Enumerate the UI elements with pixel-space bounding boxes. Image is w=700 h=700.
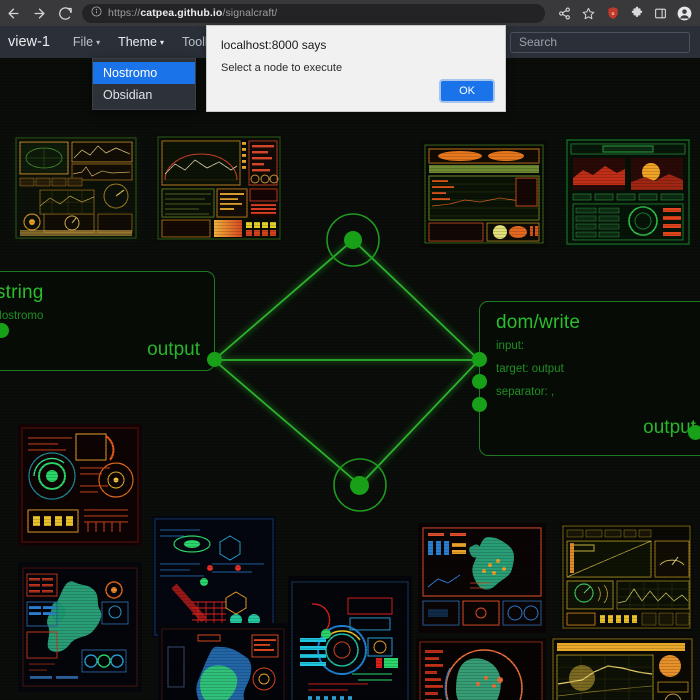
node-input-row[interactable]: string: Nostromo bbox=[0, 304, 214, 327]
node-title: dom/write bbox=[496, 312, 581, 333]
node-text-string[interactable]: text/string string: Nostromo output bbox=[0, 271, 215, 371]
relay-node[interactable] bbox=[344, 231, 362, 249]
menu-file-label: File bbox=[72, 35, 94, 49]
menu-theme-label: Theme bbox=[118, 35, 157, 49]
back-arrow-icon[interactable] bbox=[0, 0, 26, 26]
port-label: string: Nostromo bbox=[0, 309, 44, 322]
port-label: separator: , bbox=[496, 385, 555, 398]
dialog-ok-button[interactable]: OK bbox=[441, 81, 493, 101]
search-container bbox=[510, 31, 700, 53]
svg-text:u: u bbox=[611, 11, 614, 17]
menu-theme[interactable]: Theme ▾ bbox=[109, 31, 173, 53]
ublock-shield-icon[interactable]: u bbox=[601, 2, 624, 25]
port-separator-dom-write[interactable] bbox=[472, 397, 487, 412]
output-label: output bbox=[147, 339, 200, 360]
browser-toolbar: https://catpea.github.io/signalcraft/ u bbox=[0, 0, 700, 26]
node-input-row[interactable]: input: bbox=[480, 334, 700, 357]
search-input[interactable] bbox=[510, 31, 690, 53]
port-output-dom-write[interactable] bbox=[688, 425, 700, 440]
port-input-dom-write[interactable] bbox=[472, 352, 487, 367]
javascript-alert-dialog: localhost:8000 says Select a node to exe… bbox=[206, 25, 506, 112]
dialog-origin-title: localhost:8000 says bbox=[221, 38, 327, 52]
port-label: input: bbox=[496, 339, 525, 352]
site-info-icon[interactable] bbox=[91, 4, 102, 22]
node-title: text/string bbox=[0, 282, 44, 303]
chevron-down-icon: ▾ bbox=[159, 38, 164, 47]
reload-icon[interactable] bbox=[52, 0, 78, 26]
dialog-footer: OK bbox=[207, 81, 505, 111]
url-text: https://catpea.github.io/signalcraft/ bbox=[108, 7, 278, 19]
url-bar[interactable]: https://catpea.github.io/signalcraft/ bbox=[82, 3, 545, 23]
extensions-puzzle-icon[interactable] bbox=[625, 2, 648, 25]
node-output-row[interactable]: output bbox=[0, 339, 214, 361]
chevron-down-icon: ▾ bbox=[96, 38, 101, 47]
node-input-row[interactable]: target: output bbox=[480, 357, 700, 380]
port-target-dom-write[interactable] bbox=[472, 374, 487, 389]
theme-dropdown-menu: Nostromo Obsidian bbox=[92, 58, 196, 110]
port-label: target: output bbox=[496, 362, 564, 375]
profile-avatar-icon[interactable] bbox=[673, 2, 696, 25]
node-editor-canvas[interactable]: text/string string: Nostromo output dom/… bbox=[0, 58, 700, 700]
theme-option-obsidian[interactable]: Obsidian bbox=[93, 84, 195, 106]
node-output-row[interactable]: output bbox=[480, 417, 700, 439]
relay-node[interactable] bbox=[350, 476, 369, 495]
port-output-text-string[interactable] bbox=[207, 352, 222, 367]
theme-option-nostromo[interactable]: Nostromo bbox=[93, 62, 195, 84]
sidebar-panel-icon[interactable] bbox=[649, 2, 672, 25]
bookmark-star-icon[interactable] bbox=[577, 2, 600, 25]
node-input-row[interactable]: separator: , bbox=[480, 380, 700, 403]
browser-action-icons: u bbox=[553, 2, 700, 25]
share-icon[interactable] bbox=[553, 2, 576, 25]
app-view-title: view-1 bbox=[8, 34, 50, 50]
dialog-message: Select a node to execute bbox=[221, 62, 343, 74]
node-dom-write[interactable]: dom/write input: target: output separato… bbox=[479, 301, 700, 456]
forward-arrow-icon[interactable] bbox=[26, 0, 52, 26]
menu-file[interactable]: File ▾ bbox=[64, 31, 109, 53]
